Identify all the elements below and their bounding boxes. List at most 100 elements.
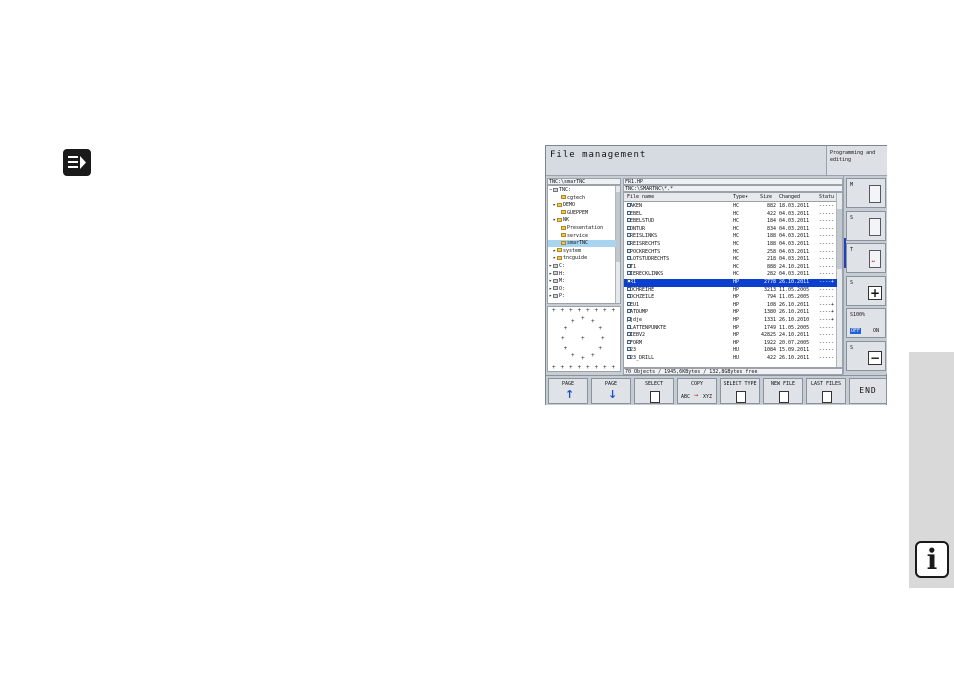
tree-item[interactable]: ▸ tncguide [548,255,616,262]
tree-item-label: O: [559,285,566,292]
machine-function-button[interactable]: S100% OFF ON [846,308,886,338]
machine-function-bar: M S T ↔ S + S100% OFF ON S − [843,176,887,374]
machine-function-button[interactable]: M [846,178,886,208]
hole-mark: + [569,364,573,371]
info-icon: i [915,541,949,578]
switch-on[interactable]: ON [873,328,879,334]
file-row[interactable]: NEU1 HP 108 26.10.2011 ----+ [624,301,837,310]
file-row[interactable]: VIERECKLINKS HC 282 04.03.2011 ----- [624,271,837,279]
file-row[interactable]: pjdje HP 1331 26.10.2010 ----+ [624,317,837,325]
hole-mark: + [603,307,607,314]
file-icon [627,271,631,276]
softkey-end[interactable]: END [849,378,887,404]
tree-item[interactable]: ▸ M: [548,278,616,285]
file-name: KREISLINKS [627,233,658,240]
file-name: FR1 [627,279,637,285]
softkey-copy[interactable]: COPY ABC → XYZ [677,378,717,404]
col-changed[interactable]: Changed [779,194,800,201]
hole-mark: + [586,364,590,371]
softkey-page[interactable]: PAGE ↓ [591,378,631,404]
hole-mark: + [586,307,590,314]
file-row[interactable]: PATDUMP HP 1380 26.10.2011 ----+ [624,309,837,317]
file-row[interactable]: SIEBV2 HP 42825 24.10.2011 ----- [624,332,837,340]
softkey-page[interactable]: PAGE ↑ [548,378,588,404]
file-type: HP [733,294,740,301]
file-changed: 26.10.2011 [779,309,810,316]
tree-item[interactable]: ▸ DEMO [548,202,616,209]
file-row[interactable]: FR1 HP 2778 26.10.2011 ----+ [624,279,837,287]
machine-function-label: S [850,214,854,221]
file-icon [627,225,631,230]
file-row[interactable]: ST1 HC 888 24.10.2011 ----- [624,263,837,272]
file-row[interactable]: 123 HU 1084 15.09.2011 ----- [624,347,837,355]
file-status: ----+ [819,309,835,316]
tree-scroll-thumb[interactable] [616,192,620,262]
tree-item[interactable]: − TNC: [548,187,616,194]
file-path: TNC:\SMARTNC\*.* [623,185,843,192]
machine-function-button[interactable]: S [846,210,886,241]
file-name: KONTUR [627,225,646,232]
softkey-select[interactable]: SELECT [634,378,674,404]
file-name: HEBEL [627,210,643,217]
tree-item[interactable]: ▸ O: [548,286,616,293]
file-row[interactable]: LOCHZEILE HP 794 11.05.2005 ----- [624,294,837,302]
file-list[interactable]: File name Type▾ Size Changed Statu HAKEN… [623,192,843,368]
file-row[interactable]: HAKEN HC 882 18.03.2011 ----- [624,203,837,211]
file-status: ----- [819,233,835,240]
file-icon [627,339,631,344]
softkey-new-file[interactable]: NEW FILE [763,378,803,404]
file-icon [627,203,631,207]
file-icon [627,248,631,253]
hole-mark: + [598,345,602,352]
file-row[interactable]: KREISRECHTS HC 188 04.03.2011 ----- [624,241,837,249]
file-status: ----+ [819,301,835,308]
softkey-last-files[interactable]: LAST FILES [806,378,846,404]
file-scroll-thumb[interactable] [837,209,842,269]
file-name: ST1 [627,263,637,270]
file-row[interactable]: VFORM HP 1922 20.07.2005 ----- [624,339,837,348]
file-size: 2778 [763,279,776,285]
file-status: ----- [819,256,835,263]
file-icon [627,309,631,314]
softkey-select-type[interactable]: SELECT TYPE [720,378,760,404]
file-name: KREISRECHTS [627,241,661,247]
file-status: ----- [819,271,835,278]
file-icon [627,355,631,359]
file-changed: 26.10.2011 [779,301,810,308]
file-row[interactable]: HEBEL HC 422 04.03.2011 ----- [624,210,837,219]
tree-item[interactable]: Presentation [548,225,616,232]
file-size: 888 [766,263,776,270]
tree-item[interactable]: GUEPPEM [548,210,616,217]
col-status[interactable]: Statu [819,194,834,201]
col-file-name[interactable]: File name [627,194,654,201]
machine-function-button[interactable]: S + [846,275,886,306]
col-size[interactable]: Size [760,194,772,201]
tree-item[interactable]: cgtech [548,195,616,202]
file-row[interactable]: RPOCKRECHTS HC 258 04.03.2011 ----- [624,248,837,257]
file-row[interactable]: KREISLINKS HC 188 04.03.2011 ----- [624,233,837,241]
file-name: SIEBV2 [627,332,646,339]
tree-item[interactable]: ▸ NK [548,217,616,224]
machine-function-button[interactable]: T ↔ [846,243,886,273]
col-type[interactable]: Type▾ [733,194,748,201]
directory-tree[interactable]: − TNC: cgtech ▸ DEMO GUEPPEM ▸ NK Presentation se… [547,185,621,304]
file-icon [627,233,631,238]
file-icon [627,241,631,245]
file-row[interactable]: HEBELSTUD HC 184 04.03.2011 ----- [624,218,837,226]
file-changed: 24.10.2011 [779,263,810,270]
switch-off[interactable]: OFF [850,328,862,334]
file-row[interactable]: SLOTSTUDRECHTS HC 218 04.03.2011 ----- [624,256,837,264]
file-row[interactable]: PLATTENPUNKTE HP 1749 11.05.2005 ----- [624,324,837,333]
tree-item[interactable]: ▸ system [548,248,616,255]
tree-item[interactable]: service [548,233,616,240]
file-row[interactable]: 123_DRILL HU 422 26.10.2011 ----- [624,355,837,363]
tree-item[interactable]: ▸ H: [548,271,616,278]
file-type: HC [733,210,740,217]
machine-function-button[interactable]: S − [846,340,886,371]
tree-item[interactable]: smarTNC [548,240,616,248]
file-row[interactable]: KONTUR HC 834 04.03.2011 ----- [624,225,837,234]
tree-item[interactable]: ▸ C: [548,263,616,270]
file-row[interactable]: LOCHREIHE HP 3213 11.05.2005 ----- [624,286,837,295]
tree-item[interactable]: ▸ P: [548,293,616,300]
file-size: 188 [766,241,776,247]
